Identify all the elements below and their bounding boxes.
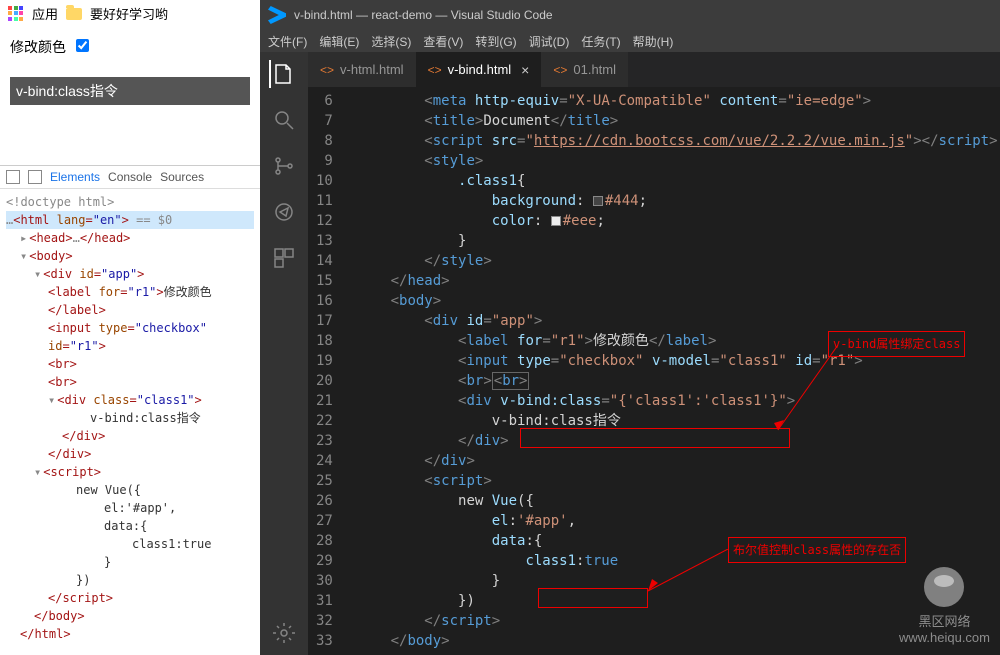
browser-bookmarks-bar: 应用 要好好学习哟 bbox=[0, 0, 260, 27]
git-icon[interactable] bbox=[270, 152, 298, 180]
html-file-icon: <> bbox=[320, 63, 334, 77]
tab-01[interactable]: <>01.html bbox=[541, 52, 628, 87]
page-label[interactable]: 修改颜色 bbox=[10, 37, 66, 57]
devtools-elements-tree[interactable]: <!doctype html> …<html lang="en"> == $0 … bbox=[0, 189, 260, 647]
vscode-menubar: 文件(F) 编辑(E) 选择(S) 查看(V) 转到(G) 调试(D) 任务(T… bbox=[260, 30, 1000, 52]
tab-bar: <>v-html.html <>v-bind.html× <>01.html bbox=[308, 52, 1000, 87]
menu-tasks[interactable]: 任务(T) bbox=[581, 33, 620, 50]
html-file-icon: <> bbox=[553, 63, 567, 77]
settings-icon[interactable] bbox=[260, 621, 308, 645]
menu-file[interactable]: 文件(F) bbox=[268, 33, 307, 50]
dt-head[interactable]: <head> bbox=[29, 231, 72, 245]
apps-label[interactable]: 应用 bbox=[32, 4, 58, 23]
inspect-icon[interactable] bbox=[6, 170, 20, 184]
vscode-logo-icon bbox=[268, 6, 286, 24]
watermark: 黑区网络 www.heiqu.com bbox=[899, 567, 990, 645]
watermark-logo-icon bbox=[924, 567, 964, 607]
watermark-url: www.heiqu.com bbox=[899, 630, 990, 645]
vscode-title: v-bind.html — react-demo — Visual Studio… bbox=[294, 8, 553, 22]
dt-body-open[interactable]: <body> bbox=[29, 249, 72, 263]
device-icon[interactable] bbox=[28, 170, 42, 184]
tab-v-html[interactable]: <>v-html.html bbox=[308, 52, 416, 87]
activity-bar bbox=[260, 52, 308, 655]
line-gutter: 6789101112131415161718192021222324252627… bbox=[308, 87, 349, 655]
debug-icon[interactable] bbox=[270, 198, 298, 226]
dt-doctype: <!doctype html> bbox=[6, 193, 254, 211]
tab-v-bind[interactable]: <>v-bind.html× bbox=[416, 52, 542, 87]
html-file-icon: <> bbox=[428, 63, 442, 77]
bookmark-label[interactable]: 要好好学习哟 bbox=[90, 4, 168, 23]
folder-icon[interactable] bbox=[66, 8, 82, 20]
tab-sources[interactable]: Sources bbox=[160, 170, 204, 184]
explorer-icon[interactable] bbox=[269, 60, 297, 88]
devtools-toolbar: Elements Console Sources bbox=[0, 166, 260, 189]
watermark-name: 黑区网络 bbox=[899, 611, 990, 630]
editor-area: <>v-html.html <>v-bind.html× <>01.html 6… bbox=[308, 52, 1000, 655]
dt-html-open[interactable]: …<html lang="en"> == $0 bbox=[6, 211, 254, 229]
apps-icon[interactable] bbox=[8, 6, 24, 22]
extensions-icon[interactable] bbox=[270, 244, 298, 272]
vscode-titlebar: v-bind.html — react-demo — Visual Studio… bbox=[260, 0, 1000, 30]
page-checkbox[interactable] bbox=[76, 39, 89, 52]
menu-edit[interactable]: 编辑(E) bbox=[319, 33, 359, 50]
vscode-window: v-bind.html — react-demo — Visual Studio… bbox=[260, 0, 1000, 655]
browser-panel: 应用 要好好学习哟 修改颜色 v-bind:class指令 Elements C… bbox=[0, 0, 260, 655]
menu-select[interactable]: 选择(S) bbox=[371, 33, 411, 50]
menu-debug[interactable]: 调试(D) bbox=[529, 33, 570, 50]
search-icon[interactable] bbox=[270, 106, 298, 134]
code-area[interactable]: 6789101112131415161718192021222324252627… bbox=[308, 87, 1000, 655]
menu-view[interactable]: 查看(V) bbox=[423, 33, 463, 50]
dt-div-app[interactable]: <div id="app"> bbox=[43, 267, 144, 281]
rendered-page: 修改颜色 v-bind:class指令 bbox=[0, 27, 260, 115]
close-icon[interactable]: × bbox=[521, 62, 529, 78]
menu-help[interactable]: 帮助(H) bbox=[633, 33, 674, 50]
tab-console[interactable]: Console bbox=[108, 170, 152, 184]
devtools-panel: Elements Console Sources <!doctype html>… bbox=[0, 165, 260, 647]
menu-goto[interactable]: 转到(G) bbox=[475, 33, 516, 50]
tab-elements[interactable]: Elements bbox=[50, 170, 100, 184]
bound-div: v-bind:class指令 bbox=[10, 77, 250, 105]
